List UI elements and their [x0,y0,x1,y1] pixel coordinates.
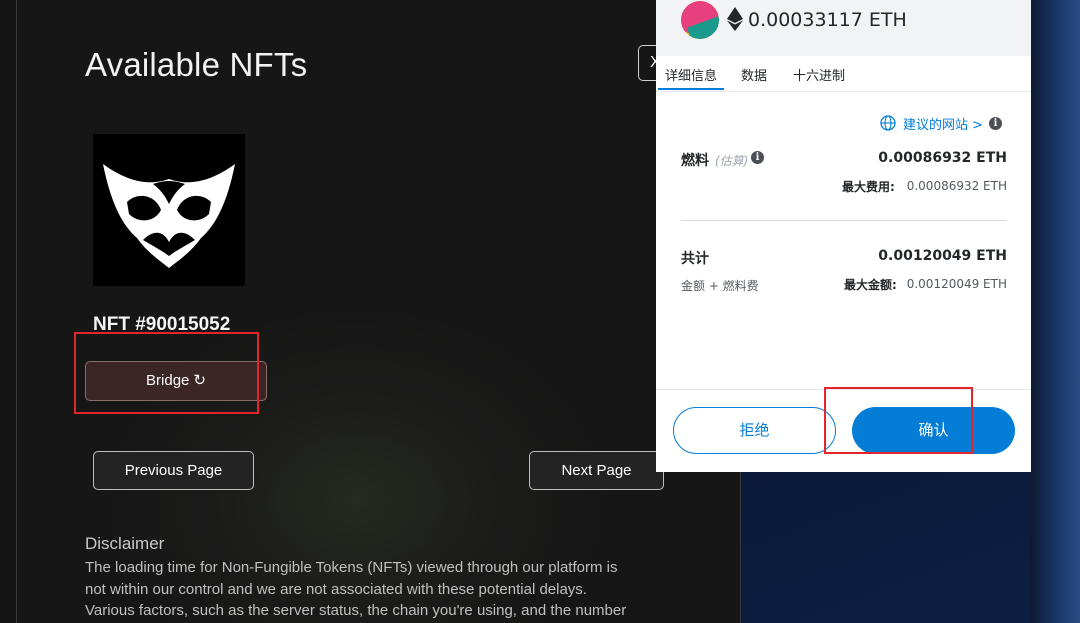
disclaimer-line: The loading time for Non-Fungible Tokens… [85,559,618,576]
total-subtitle: 金额 + 燃料费 [681,279,759,293]
globe-icon [880,115,896,131]
page-title: Available NFTs [85,46,308,83]
total-label: 共计 [681,251,709,267]
tab-bar: 详细信息 数据 十六进制 [656,56,1031,92]
nft-panel [16,0,741,623]
max-fee-value: 0.00086932 ETH [906,179,1007,193]
total-value: 0.00120049 ETH [878,248,1007,264]
highlight-box-bridge [74,332,259,414]
desktop-glow [1030,0,1080,623]
gas-label: 燃料 [681,153,709,169]
max-amount-value: 0.00120049 ETH [906,277,1007,291]
owl-logo-icon [103,164,235,268]
tab-details[interactable]: 详细信息 [665,65,717,84]
suggested-site-link[interactable]: 建议的网站 > [903,114,983,133]
tab-hex[interactable]: 十六进制 [793,65,845,84]
disclaimer-text: The loading time for Non-Fungible Tokens… [85,557,675,622]
gas-info-icon[interactable]: i [751,151,764,164]
highlight-box-confirm [824,387,973,454]
tab-data[interactable]: 数据 [741,65,767,84]
previous-page-button[interactable]: Previous Page [93,451,254,490]
next-page-button[interactable]: Next Page [529,451,664,490]
gas-estimate-tag: (估算) [715,154,749,168]
gas-value: 0.00086932 ETH [878,150,1007,166]
info-icon[interactable]: i [989,117,1002,130]
disclaimer-line: not within our control and we are not as… [85,580,587,598]
reject-button[interactable]: 拒绝 [673,407,836,454]
account-avatar[interactable] [681,1,719,39]
transaction-amount: 0.00033117 ETH [748,9,907,31]
popup-header: 0.00033117 ETH [656,0,1031,56]
nft-image[interactable] [93,134,245,286]
divider [681,220,1006,221]
active-tab-indicator [658,88,724,90]
disclaimer-title: Disclaimer [85,534,165,553]
disclaimer-line: Various factors, such as the server stat… [85,602,627,619]
ethereum-icon [727,7,743,31]
max-fee-label: 最大费用: [842,180,895,194]
max-amount-label: 最大金额: [844,278,897,292]
